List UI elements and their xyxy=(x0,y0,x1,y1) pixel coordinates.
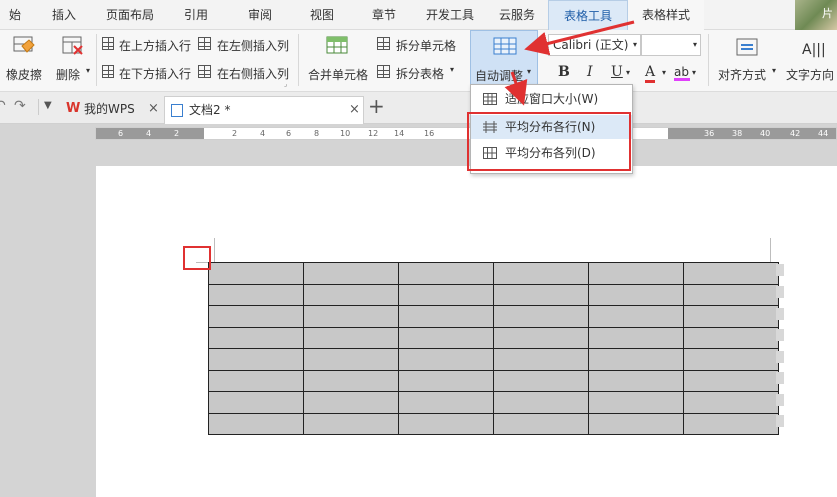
annotation-overlay xyxy=(504,20,635,106)
annotation-arrow-to-autofit xyxy=(524,20,635,56)
annotation-arrow-to-menu xyxy=(504,71,528,106)
